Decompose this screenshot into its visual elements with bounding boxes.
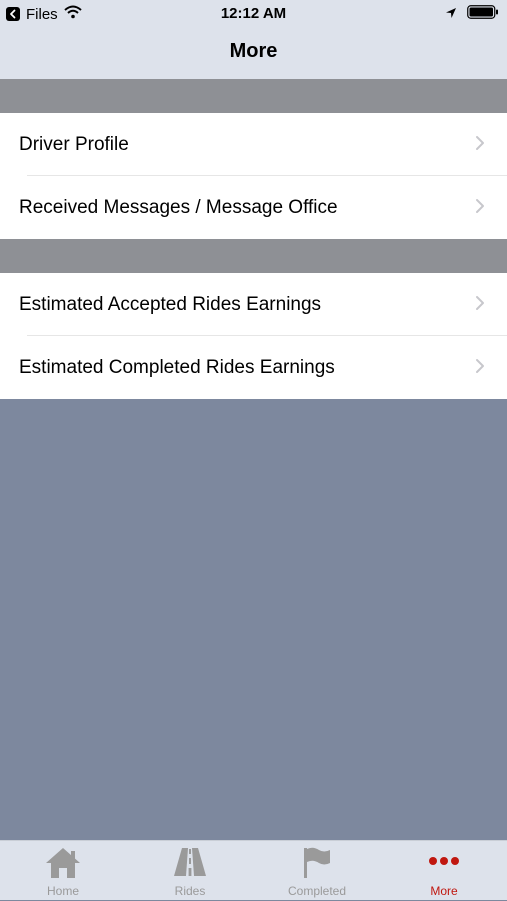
battery-icon bbox=[467, 5, 499, 23]
menu-group-account: Driver Profile Received Messages / Messa… bbox=[0, 113, 507, 239]
tab-rides[interactable]: Rides bbox=[127, 841, 253, 901]
empty-content-area bbox=[0, 399, 507, 840]
menu-item-label: Estimated Completed Rides Earnings bbox=[19, 356, 335, 378]
tab-label: More bbox=[430, 884, 458, 898]
navigation-bar: More bbox=[0, 28, 507, 79]
page-title: More bbox=[229, 40, 278, 62]
flag-icon bbox=[254, 847, 380, 879]
menu-item-label: Driver Profile bbox=[19, 133, 129, 155]
menu-item-estimated-accepted-earnings[interactable]: Estimated Accepted Rides Earnings bbox=[0, 273, 507, 336]
more-dots-icon bbox=[381, 856, 507, 866]
location-arrow-icon bbox=[445, 6, 457, 23]
home-icon bbox=[0, 847, 126, 879]
tab-label: Rides bbox=[174, 884, 206, 898]
tab-home[interactable]: Home bbox=[0, 841, 126, 901]
menu-group-earnings: Estimated Accepted Rides Earnings Estima… bbox=[0, 273, 507, 399]
menu-item-label: Received Messages / Message Office bbox=[19, 196, 338, 218]
menu-item-driver-profile[interactable]: Driver Profile bbox=[0, 113, 507, 176]
tab-completed[interactable]: Completed bbox=[254, 841, 380, 901]
tab-label: Home bbox=[46, 884, 79, 898]
tab-label: Completed bbox=[287, 884, 347, 898]
menu-item-estimated-completed-earnings[interactable]: Estimated Completed Rides Earnings bbox=[0, 336, 507, 399]
chevron-right-icon bbox=[475, 135, 485, 156]
status-time: 12:12 AM bbox=[220, 5, 287, 22]
status-bar: Files 12:12 AM bbox=[0, 0, 507, 28]
road-icon bbox=[127, 847, 253, 877]
chevron-right-icon bbox=[475, 295, 485, 316]
menu-item-label: Estimated Accepted Rides Earnings bbox=[19, 293, 322, 315]
menu-item-received-messages[interactable]: Received Messages / Message Office bbox=[0, 176, 507, 239]
chevron-right-icon bbox=[475, 198, 485, 219]
section-separator bbox=[0, 79, 507, 113]
chevron-right-icon bbox=[475, 358, 485, 379]
tab-more[interactable]: More bbox=[381, 841, 507, 901]
tab-bar: Home Rides Completed More bbox=[0, 840, 507, 900]
section-separator bbox=[0, 239, 507, 273]
